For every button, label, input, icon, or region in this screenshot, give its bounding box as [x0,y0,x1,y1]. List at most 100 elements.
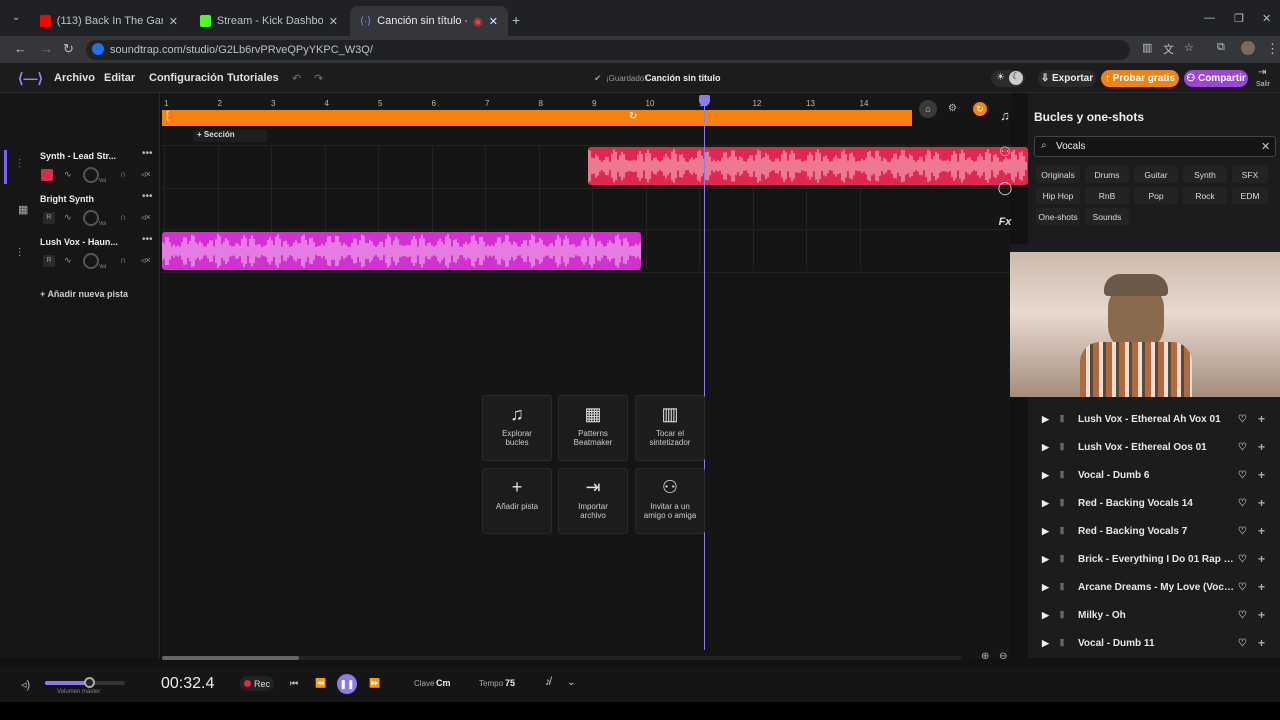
chevron-down-icon[interactable]: ⌄ [567,677,575,688]
loop-icon[interactable]: ↻ [629,111,637,122]
favorite-heart-icon[interactable]: ♡ [1238,554,1258,565]
zoom-in-icon[interactable]: ⊕ [981,651,989,662]
add-loop-icon[interactable]: + [1258,412,1276,426]
patterns-beatmaker-tile[interactable]: ▦ Patterns Beatmaker [558,395,628,461]
add-loop-icon[interactable]: + [1258,496,1276,510]
mute-speaker-icon[interactable]: ◃× [141,255,151,266]
exit-icon[interactable]: ⇥ [1258,67,1266,78]
play-icon[interactable]: ▶ [1042,610,1058,621]
loop-list-item[interactable]: ▶ ⦀ Lush Vox - Ethereal Oos 01 ♡ + [1032,434,1276,460]
track-name[interactable]: Lush Vox - Haun... [40,237,118,247]
collaborators-icon[interactable]: ⚇ [995,144,1015,164]
add-loop-icon[interactable]: + [1258,552,1276,566]
tab-close-icon[interactable]: ✕ [329,15,338,28]
favorite-heart-icon[interactable]: ♡ [1238,414,1258,425]
speaker-icon[interactable]: ◃) [21,678,30,691]
loop-list-item[interactable]: ▶ ⦀ Vocal - Dumb 11 ♡ + [1032,630,1276,656]
audio-clip-lush-vox[interactable] [162,232,641,270]
add-new-track-button[interactable]: + Añadir nueva pista [40,289,128,299]
play-icon[interactable]: ▶ [1042,498,1058,509]
playhead[interactable] [704,100,705,650]
track-name[interactable]: Synth - Lead Str... [40,151,116,161]
fast-forward-icon[interactable]: ⏩ [369,678,380,689]
filter-chip[interactable]: Pop [1134,187,1178,204]
automation-icon[interactable]: ∿ [64,169,72,180]
export-button[interactable]: ⇩ Exportar [1038,70,1096,87]
tempo-value[interactable]: 75 [505,678,515,688]
track-menu-icon[interactable]: ••• [142,234,153,245]
favorite-heart-icon[interactable]: ♡ [1238,582,1258,593]
loop-list-item[interactable]: ▶ ⦀ Vocal - Dumb 6 ♡ + [1032,462,1276,488]
play-icon[interactable]: ▶ [1042,582,1058,593]
track-row[interactable]: ▦ Bright Synth ••• R ∿ Vol ∩ ◃× [6,190,160,233]
loop-list-item[interactable]: ▶ ⦀ Brick - Everything I Do 01 Rap Vo... ♡ + [1032,546,1276,572]
tab-kick[interactable]: Stream - Kick Dashboard ✕ [190,6,348,36]
audio-clip-synth-lead[interactable] [588,147,1028,185]
undo-icon[interactable]: ↶ [292,72,301,85]
track-row[interactable]: ⫶ Lush Vox - Haun... ••• R ∿ Vol ∩ ◃× [6,233,160,276]
loop-start-marker-icon[interactable]: ⁅ [166,111,170,122]
try-free-button[interactable]: ↑ Probar gratis [1101,70,1179,87]
favorite-heart-icon[interactable]: ♡ [1238,498,1258,509]
tab-list-chevron-icon[interactable]: ⌄ [12,12,20,23]
invite-friend-tile[interactable]: ⚇ Invitar a un amigo o amiga [635,468,705,534]
filter-chip[interactable]: Guitar [1134,166,1178,183]
chat-icon[interactable]: ◯ [995,180,1015,200]
mute-speaker-icon[interactable]: ◃× [141,212,151,223]
redo-icon[interactable]: ↷ [314,72,323,85]
filter-chip[interactable]: Synth [1183,166,1227,183]
add-loop-icon[interactable]: + [1258,608,1276,622]
loop-list-item[interactable]: ▶ ⦀ Red - Backing Vocals 7 ♡ + [1032,518,1276,544]
back-icon[interactable]: ← [14,41,27,56]
browser-menu-icon[interactable]: ⋮ [1266,41,1279,57]
volume-knob[interactable] [83,167,99,183]
play-icon[interactable]: ▶ [1042,638,1058,649]
rewind-icon[interactable]: ⏪ [315,678,326,689]
scrollbar-thumb[interactable] [162,656,299,660]
playhead-handle[interactable] [699,95,710,106]
favorite-heart-icon[interactable]: ♡ [1238,442,1258,453]
ruler[interactable] [162,93,1012,110]
favorite-heart-icon[interactable]: ♡ [1238,610,1258,621]
track-menu-icon[interactable]: ••• [142,191,153,202]
play-icon[interactable]: ▶ [1042,414,1058,425]
filter-chip[interactable]: One-shots [1036,208,1080,225]
key-value[interactable]: Cm [436,678,451,688]
filter-chip[interactable]: Hip Hop [1036,187,1080,204]
add-track-tile[interactable]: + Añadir pista [482,468,552,534]
menu-configuracion[interactable]: Configuración [149,72,224,84]
reader-icon[interactable]: ▥ [1142,41,1152,54]
filter-chip[interactable]: Rock [1183,187,1227,204]
import-file-tile[interactable]: ⇥ Importar archivo [558,468,628,534]
url-field[interactable]: soundtrap.com/studio/G2Lb6rvPRveQPyYKPC_… [86,40,1130,60]
loop-search-input[interactable]: ⌕ Vocals ✕ [1034,136,1276,157]
bookmark-star-icon[interactable]: ☆ [1184,41,1194,54]
new-tab-icon[interactable]: + [512,12,520,28]
filter-chip[interactable]: SFX [1232,166,1268,183]
mute-speaker-icon[interactable]: ◃× [141,169,151,180]
loop-list-item[interactable]: ▶ ⦀ Lush Vox - Ethereal Ah Vox 01 ♡ + [1032,406,1276,432]
add-loop-icon[interactable]: + [1258,636,1276,650]
share-button[interactable]: ⚇ Compartir [1184,70,1248,87]
loop-region[interactable]: ⁅ ↻ [162,110,912,126]
record-arm-button[interactable]: R [43,212,55,224]
automation-icon[interactable]: ∿ [64,212,72,223]
tuner-icon[interactable]: ♪̸ [545,676,551,688]
add-loop-icon[interactable]: + [1258,580,1276,594]
play-synth-tile[interactable]: ▥ Tocar el sintetizador [635,395,705,461]
filter-chip[interactable]: Originals [1036,166,1080,183]
loop-list-item[interactable]: ▶ ⦀ Red - Backing Vocals 14 ♡ + [1032,490,1276,516]
fx-icon[interactable]: Fx [995,216,1015,236]
song-title[interactable]: Canción sin título [645,73,721,83]
add-loop-icon[interactable]: + [1258,440,1276,454]
automation-icon[interactable]: ∿ [64,255,72,266]
headphones-icon[interactable]: ∩ [120,212,126,222]
minimize-icon[interactable]: — [1204,12,1215,24]
reload-icon[interactable]: ↻ [63,41,74,57]
volume-knob[interactable] [83,210,99,226]
loops-browser-icon[interactable]: ♫ [995,108,1015,128]
volume-thumb[interactable] [84,677,95,688]
play-icon[interactable]: ▶ [1042,526,1058,537]
track-row[interactable]: ⫶ Synth - Lead Str... ••• ∿ Vol ∩ ◃× [6,147,160,190]
tab-close-icon[interactable]: ✕ [489,15,498,28]
